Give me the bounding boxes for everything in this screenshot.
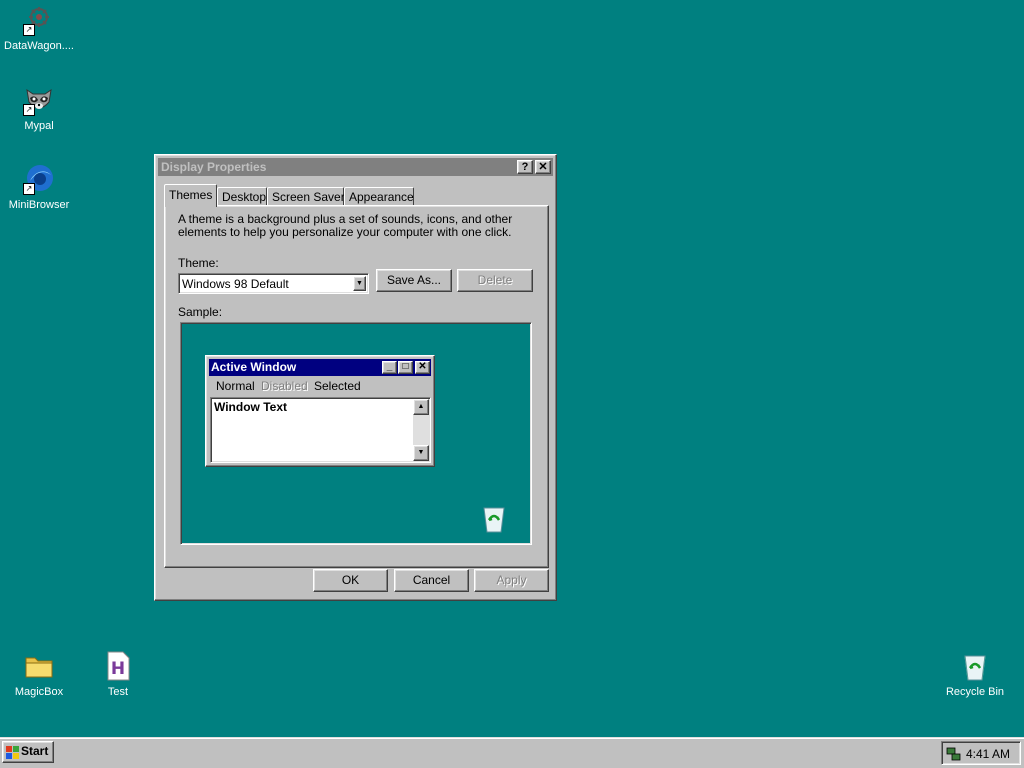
window-title-bar[interactable]: Display Properties ? ✕ bbox=[158, 158, 553, 176]
desktop-icon-recycle-bin[interactable]: Recycle Bin bbox=[937, 650, 1013, 699]
apply-button[interactable]: Apply bbox=[474, 569, 549, 592]
help-button[interactable]: ? bbox=[517, 160, 533, 174]
desktop-icon-mypal[interactable]: ↗ Mypal bbox=[1, 84, 77, 133]
scroll-up-icon: ▲ bbox=[413, 399, 429, 415]
raccoon-icon: ↗ bbox=[23, 84, 55, 116]
scroll-down-icon: ▼ bbox=[413, 445, 429, 461]
sample-label: Sample: bbox=[178, 305, 223, 319]
tab-desktop[interactable]: Desktop bbox=[217, 187, 267, 206]
close-button[interactable]: ✕ bbox=[535, 160, 551, 174]
tab-screen-saver[interactable]: Screen Saver bbox=[267, 187, 345, 206]
desktop-icon-label: MagicBox bbox=[14, 686, 64, 698]
window-title: Display Properties bbox=[161, 160, 267, 174]
desktop-icon-label: Mypal bbox=[24, 120, 54, 132]
recycle-bin-icon bbox=[959, 650, 991, 682]
minibrowser-icon: ↗ bbox=[23, 163, 55, 195]
clock[interactable]: 4:41 AM bbox=[966, 747, 1010, 761]
sample-window-text: Window Text bbox=[214, 400, 287, 414]
chevron-down-icon[interactable]: ▼ bbox=[353, 276, 366, 291]
save-as-button[interactable]: Save As... bbox=[376, 269, 452, 292]
sample-window-text-area: Window Text ▲ ▼ bbox=[210, 397, 431, 463]
datawagon-icon: ↗ bbox=[23, 4, 55, 36]
html-document-icon: H bbox=[102, 650, 134, 682]
desktop-icon-datawagon[interactable]: ↗ DataWagon.... bbox=[1, 4, 77, 53]
delete-button[interactable]: Delete bbox=[457, 269, 533, 292]
ok-button[interactable]: OK bbox=[313, 569, 388, 592]
sample-scrollbar: ▲ ▼ bbox=[413, 399, 429, 461]
desktop-icon-label: DataWagon.... bbox=[4, 40, 74, 52]
sample-menu-disabled: Disabled bbox=[261, 379, 308, 393]
sample-menu-normal: Normal bbox=[216, 379, 255, 393]
close-icon: ✕ bbox=[415, 361, 430, 374]
system-tray: 4:41 AM bbox=[941, 741, 1021, 765]
theme-description: A theme is a background plus a set of so… bbox=[178, 212, 513, 239]
windows-logo-icon bbox=[6, 746, 19, 759]
svg-text:H: H bbox=[111, 659, 125, 679]
start-button[interactable]: Start bbox=[2, 741, 54, 763]
sample-window-title: Active Window bbox=[211, 360, 297, 374]
desktop-icon-magicbox[interactable]: MagicBox bbox=[1, 650, 77, 699]
tab-appearance[interactable]: Appearance bbox=[344, 187, 414, 206]
folder-icon bbox=[23, 650, 55, 682]
sample-recycle-bin-icon bbox=[478, 502, 510, 534]
desktop-icon-label: Test bbox=[107, 686, 129, 698]
theme-select[interactable]: Windows 98 Default ▼ bbox=[178, 273, 369, 294]
theme-label: Theme: bbox=[178, 256, 219, 270]
sample-active-window: Active Window _ □ ✕ Normal Disabled Sele… bbox=[205, 355, 435, 467]
desktop-icon-label: Recycle Bin bbox=[945, 686, 1005, 698]
desktop-icon-test[interactable]: H Test bbox=[80, 650, 156, 699]
maximize-icon: □ bbox=[398, 361, 413, 374]
desktop-icon-minibrowser[interactable]: ↗ MiniBrowser bbox=[1, 163, 77, 212]
sample-menu-selected: Selected bbox=[314, 379, 361, 393]
tab-themes[interactable]: Themes bbox=[164, 184, 217, 207]
desktop-icon-label: MiniBrowser bbox=[8, 199, 70, 211]
taskbar: Start 4:41 AM bbox=[0, 737, 1024, 768]
sample-window-title-bar: Active Window _ □ ✕ bbox=[209, 359, 431, 376]
network-icon[interactable] bbox=[946, 746, 962, 762]
start-label: Start bbox=[21, 744, 49, 758]
theme-select-value: Windows 98 Default bbox=[182, 277, 289, 291]
sample-menu-bar: Normal Disabled Selected bbox=[209, 377, 431, 395]
cancel-button[interactable]: Cancel bbox=[394, 569, 469, 592]
minimize-icon: _ bbox=[382, 361, 397, 374]
